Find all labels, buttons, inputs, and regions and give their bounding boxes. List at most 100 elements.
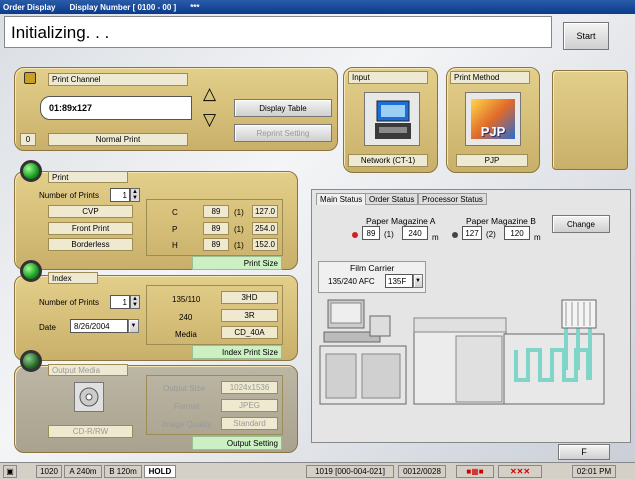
display-number: Display Number [ 0100 - 00 ]	[69, 2, 177, 12]
print-row-count: (1)	[234, 225, 244, 234]
print-row-width: 89	[203, 205, 229, 218]
cd-icon[interactable]	[74, 382, 104, 412]
statusbar-b: B 120m	[104, 465, 142, 478]
print-row-code: P	[172, 225, 178, 234]
print-channel-label: Print Channel	[48, 73, 188, 86]
pjp-logo-icon[interactable]: PJP	[465, 92, 521, 146]
date-dropdown-icon[interactable]: ▼	[128, 319, 139, 333]
index-count-input[interactable]: 1	[110, 295, 130, 309]
print-count-label: Number of Prints	[39, 191, 100, 200]
print-label: Print	[48, 171, 128, 183]
print-row-code: C	[172, 208, 178, 217]
print-row-count: (1)	[234, 241, 244, 250]
error-icons: ✕✕✕	[498, 465, 542, 478]
print-row-length: 254.0	[252, 222, 278, 235]
device-status-icons: ■▦■	[456, 465, 494, 478]
channel-down-arrow-icon[interactable]: ▽	[203, 110, 216, 130]
date-input[interactable]: 8/26/2004	[70, 319, 128, 333]
reprint-setting-button[interactable]: Reprint Setting	[234, 124, 332, 142]
print-option-borderless[interactable]: Borderless	[48, 238, 133, 251]
date-label: Date	[39, 323, 56, 332]
minilab-illustration-icon	[319, 299, 605, 405]
print-type: Normal Print	[48, 133, 188, 146]
app-title: Order Display	[3, 2, 56, 12]
output-row-value: 1024x1536	[221, 381, 278, 394]
statusbar-num: 1020	[36, 465, 62, 478]
input-label: Input	[348, 71, 428, 84]
statusbar-a: A 240m	[64, 465, 102, 478]
start-button[interactable]: Start	[563, 22, 609, 50]
f-button[interactable]: F	[558, 444, 610, 460]
index-count-stepper[interactable]: ▲ ▼	[130, 295, 140, 309]
channel-indicator-icon	[24, 72, 36, 84]
print-row-count: (1)	[234, 208, 244, 217]
index-led-icon	[20, 260, 42, 282]
tab-main-status[interactable]: Main Status	[316, 193, 367, 205]
output-device: CD-R/RW	[48, 425, 133, 438]
output-media-label: Output Media	[48, 364, 128, 376]
print-count-input[interactable]: 1	[110, 188, 130, 202]
film-carrier-select[interactable]: 135F	[385, 274, 413, 288]
print-method-label: Print Method	[450, 71, 530, 84]
index-row-key: Media	[175, 330, 197, 339]
change-button[interactable]: Change	[552, 215, 610, 233]
clock: 02:01 PM	[572, 465, 616, 478]
index-row-value: 3HD	[221, 291, 278, 304]
output-led-icon	[20, 350, 42, 372]
index-row-value: CD_40A	[221, 326, 278, 339]
magazine-a-length: 240	[402, 226, 428, 240]
index-print-size-label[interactable]: Index Print Size	[192, 345, 282, 359]
output-row-key: Format	[174, 402, 200, 411]
output-row-value: Standard	[221, 417, 278, 430]
magazine-b-length: 120	[504, 226, 530, 240]
output-setting-label[interactable]: Output Setting	[192, 436, 282, 450]
index-label: Index	[48, 272, 98, 284]
film-carrier-type: 135/240 AFC	[328, 277, 375, 286]
index-row-key: 135/110	[172, 295, 201, 304]
status-message: Initializing. . .	[4, 16, 552, 48]
print-row-length: 127.0	[252, 205, 278, 218]
print-option-front[interactable]: Front Print	[48, 222, 133, 235]
channel-up-arrow-icon[interactable]: △	[203, 84, 216, 104]
magazine-b-count: (2)	[486, 230, 496, 239]
index-count-label: Number of Prints	[39, 298, 100, 307]
index-row-value: 3R	[221, 309, 278, 322]
print-led-icon	[20, 160, 42, 182]
print-count-stepper[interactable]: ▲ ▼	[130, 188, 140, 202]
print-row-code: H	[172, 241, 178, 250]
output-row-value: JPEG	[221, 399, 278, 412]
magazine-b-width: 127	[462, 226, 482, 240]
print-method-value: PJP	[456, 154, 528, 167]
output-row-key: Image Quality	[162, 420, 212, 429]
print-row-width: 89	[203, 222, 229, 235]
print-size-label[interactable]: Print Size	[192, 256, 282, 270]
hold-badge: HOLD	[144, 465, 176, 478]
print-option-cvp[interactable]: CVP	[48, 205, 133, 218]
print-channel-value[interactable]: 01:89x127	[40, 96, 192, 120]
status-icon: ▣	[3, 465, 17, 478]
print-row-length: 152.0	[252, 238, 278, 251]
status-bar: ▣ 1020 A 240m B 120m HOLD 1019 [000-004-…	[0, 462, 635, 479]
title-bar: Order Display Display Number [ 0100 - 00…	[0, 0, 635, 14]
film-carrier-dropdown-icon[interactable]: ▼	[413, 274, 423, 288]
statusbar-code: 1019 [000-004-021]	[306, 465, 394, 478]
input-value: Network (CT-1)	[348, 154, 428, 167]
magazine-a-unit: m	[432, 233, 439, 242]
magazine-a-count: (1)	[384, 230, 394, 239]
tab-processor-status[interactable]: Processor Status	[418, 193, 487, 205]
output-row-key: Output Size	[163, 384, 205, 393]
magazine-b-unit: m	[534, 233, 541, 242]
title-extra: ***	[190, 2, 200, 12]
magazine-a-width: 89	[362, 226, 380, 240]
pjp-logo-text: PJP	[471, 99, 515, 139]
magazine-b-label: Paper Magazine B	[466, 216, 536, 226]
display-table-button[interactable]: Display Table	[234, 99, 332, 117]
network-device-icon[interactable]	[364, 92, 420, 146]
magazine-a-label: Paper Magazine A	[366, 216, 436, 226]
magazine-b-status-icon	[452, 232, 458, 238]
magazine-a-status-icon	[352, 232, 358, 238]
channel-number: 0	[20, 133, 36, 146]
spare-panel	[552, 70, 628, 170]
tab-order-status[interactable]: Order Status	[365, 193, 419, 205]
index-row-key: 240	[179, 313, 193, 322]
